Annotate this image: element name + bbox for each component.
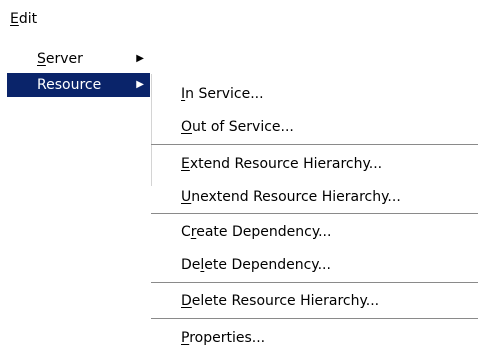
menu-item-out-of-service[interactable]: Out of Service... (181, 115, 294, 139)
menu-separator (151, 282, 478, 283)
menu-item-text-post: roperties... (189, 330, 266, 346)
menu-item-mnemonic: D (181, 293, 192, 309)
menu-item-server-mnemonic: S (37, 51, 46, 67)
menu-item-text-post: n Service... (185, 86, 264, 102)
menu-item-mnemonic: P (181, 330, 190, 346)
menu-edit-label: dit (18, 11, 38, 27)
menu-separator (151, 318, 478, 319)
edit-dropdown: Server ▶ Resource ▶ (7, 41, 150, 105)
menu-item-delete-dependency[interactable]: Delete Dependency... (181, 253, 331, 277)
menu-item-resource[interactable]: Resource ▶ (7, 73, 150, 97)
menu-item-server[interactable]: Server ▶ (7, 47, 150, 71)
menu-item-in-service[interactable]: In Service... (181, 82, 264, 106)
menu-item-properties[interactable]: Properties... (181, 326, 265, 350)
menu-item-text-pre: C (181, 224, 191, 240)
menu-item-mnemonic: U (181, 189, 192, 205)
menu-item-server-label: erver (45, 51, 83, 67)
resource-submenu: In Service... Out of Service... Extend R… (151, 74, 478, 354)
menu-item-unextend-resource-hierarchy[interactable]: Unextend Resource Hierarchy... (181, 185, 401, 209)
menu-item-text-pre: De (181, 257, 201, 273)
menu-separator (151, 213, 478, 214)
menu-item-extend-resource-hierarchy[interactable]: Extend Resource Hierarchy... (181, 152, 382, 176)
menu-item-text-post: elete Resource Hierarchy... (191, 293, 380, 309)
menu-item-text-post: xtend Resource Hierarchy... (189, 156, 383, 172)
menu-item-resource-label: Resource (37, 77, 102, 93)
menu-item-text-post: ete Dependency... (204, 257, 331, 273)
submenu-left-border (151, 74, 152, 186)
menu-item-mnemonic: E (181, 156, 190, 172)
menu-item-text-post: ut of Service... (192, 119, 294, 135)
menu-item-mnemonic: O (181, 119, 193, 135)
menu-item-text-post: eate Dependency... (196, 224, 332, 240)
menu-separator (151, 144, 478, 145)
menu-item-text-post: nextend Resource Hierarchy... (191, 189, 401, 205)
submenu-arrow-icon: ▶ (136, 79, 144, 90)
menu-item-delete-resource-hierarchy[interactable]: Delete Resource Hierarchy... (181, 289, 379, 313)
menu-item-create-dependency[interactable]: Create Dependency... (181, 220, 331, 244)
menu-edit[interactable]: Edit (10, 8, 37, 30)
menu-edit-mnemonic: E (10, 11, 19, 27)
submenu-arrow-icon: ▶ (136, 53, 144, 64)
